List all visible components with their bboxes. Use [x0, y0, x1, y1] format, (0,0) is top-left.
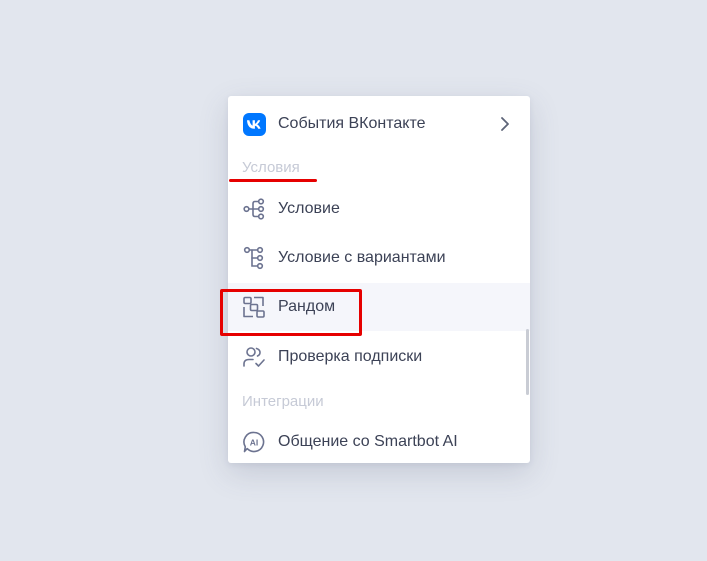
block-type-dropdown-menu: События ВКонтакте Условия Условие Услови… [228, 96, 530, 463]
menu-item-label: Проверка подписки [278, 348, 423, 365]
svg-text:AI: AI [250, 437, 259, 447]
menu-item-condition-with-variants[interactable]: Условие с вариантами [228, 234, 530, 282]
menu-item-subscription-check[interactable]: Проверка подписки [228, 333, 530, 381]
menu-item-label: Условие [278, 200, 340, 217]
chevron-right-icon [500, 116, 510, 137]
vk-logo-icon [242, 112, 266, 136]
section-header-conditions: Условия [242, 159, 300, 176]
menu-item-label: События ВКонтакте [278, 115, 426, 132]
annotation-underline [229, 179, 317, 182]
tree-branch-icon [242, 246, 266, 270]
screen: События ВКонтакте Условия Условие Услови… [0, 0, 707, 561]
user-check-icon [242, 345, 266, 369]
menu-item-condition[interactable]: Условие [228, 185, 530, 233]
annotation-highlight-box [220, 289, 362, 336]
section-header-integrations: Интеграции [242, 393, 324, 410]
branch-icon [242, 197, 266, 221]
menu-item-smartbot-ai[interactable]: AI Общение со Smartbot AI [228, 418, 530, 463]
ai-chat-icon: AI [242, 430, 266, 454]
menu-item-label: Общение со Smartbot AI [278, 433, 458, 450]
menu-item-label: Условие с вариантами [278, 249, 446, 266]
menu-item-vk-events[interactable]: События ВКонтакте [228, 100, 530, 148]
menu-scrollbar[interactable] [526, 329, 529, 395]
